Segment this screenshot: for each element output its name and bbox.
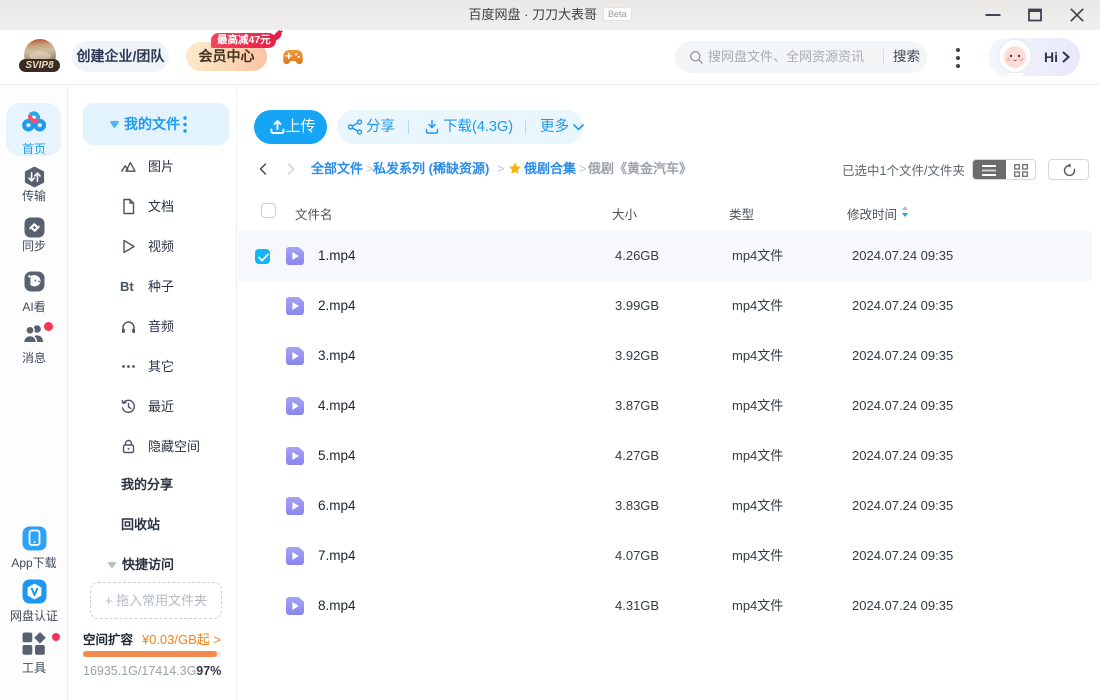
svg-text:Bt: Bt xyxy=(120,279,134,294)
